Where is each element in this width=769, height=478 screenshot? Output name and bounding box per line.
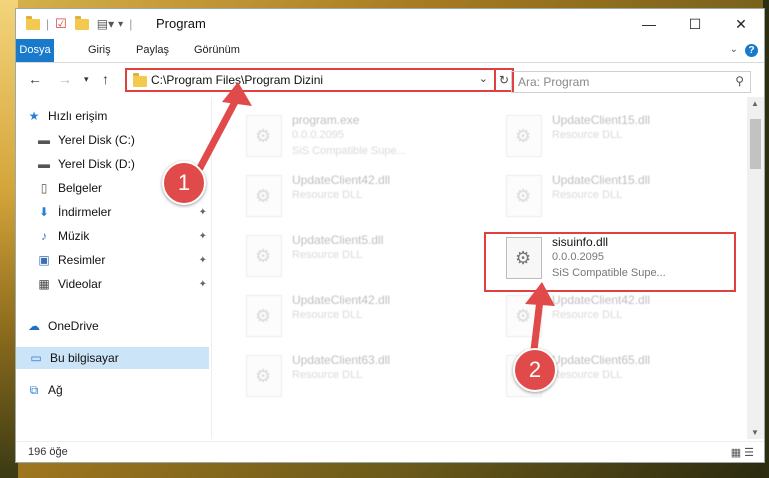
arrow-1-shaft	[196, 96, 240, 172]
arrow-1-head	[222, 82, 252, 106]
annotation-badge-1: 1	[162, 161, 206, 205]
annotation-badge-2: 2	[513, 348, 557, 392]
arrow-2-shaft	[530, 296, 544, 354]
annotation-arrows	[196, 82, 555, 354]
arrow-2-head	[525, 282, 555, 306]
